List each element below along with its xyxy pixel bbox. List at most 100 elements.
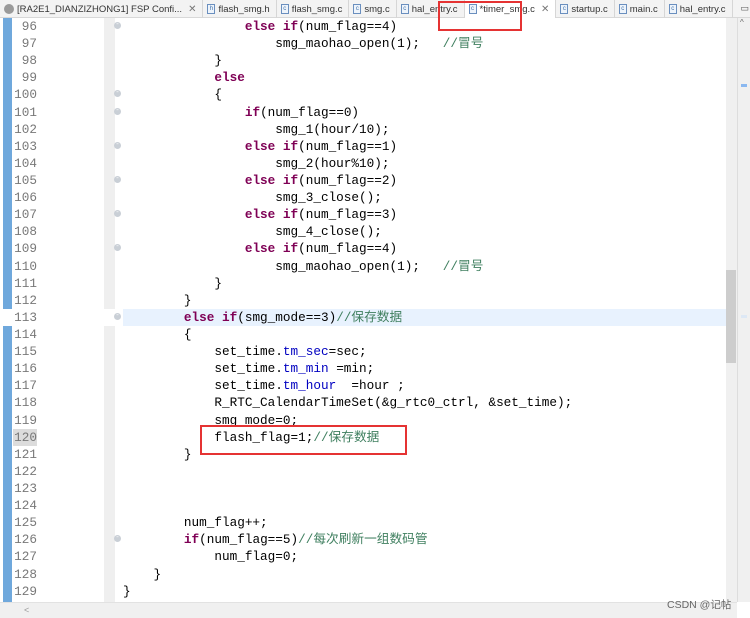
code-line[interactable]: 113 - else if(smg_mode==3)//保存数据 — [0, 308, 726, 327]
code-line[interactable]: 100 - { — [0, 86, 726, 103]
line-number: 124 — [14, 498, 37, 514]
code-line[interactable]: 124 — [0, 497, 726, 514]
c-file-icon: c — [353, 4, 362, 14]
line-number: 97 — [21, 36, 37, 52]
code-line[interactable]: 107 - else if(num_flag==3) — [0, 206, 726, 223]
code-line[interactable]: 112 } — [0, 292, 726, 309]
code-line[interactable]: 116 set_time.tm_min =min; — [0, 360, 726, 377]
fold-collapse-icon[interactable]: - — [114, 210, 121, 218]
fold-collapse-icon[interactable]: - — [114, 22, 121, 29]
tab-ra2e1-dianzizhong1-fsp-confi[interactable]: [RA2E1_DIANZIZHONG1] FSP Confi... ✕ — [0, 0, 204, 18]
overview-ruler[interactable]: ^ — [737, 18, 750, 602]
code-text: } — [123, 566, 161, 583]
code-text: smg_maohao_open(1); //冒号 — [123, 35, 483, 52]
window-controls: ▭▢ — [733, 0, 750, 17]
code-line[interactable]: 96 - else if(num_flag==4) — [0, 18, 726, 35]
code-line[interactable]: 103 - else if(num_flag==1) — [0, 138, 726, 155]
code-token: (num_flag==3) — [298, 207, 398, 223]
keyword-token: else if — [244, 207, 299, 223]
code-token: smg_4_close(); — [123, 224, 382, 240]
code-line[interactable]: 101 - if(num_flag==0) — [0, 104, 726, 121]
fold-collapse-icon[interactable]: - — [114, 141, 121, 149]
code-line[interactable]: 127 num_flag=0; — [0, 548, 726, 565]
code-text: else if(smg_mode==3)//保存数据 — [123, 309, 402, 326]
code-line[interactable]: 110 smg_maohao_open(1); //冒号 — [0, 258, 726, 275]
line-number: 118 — [14, 395, 37, 411]
code-line[interactable]: 129} — [0, 583, 726, 600]
fold-collapse-icon[interactable]: - — [114, 107, 121, 115]
tab-flash-smg-c[interactable]: c flash_smg.c — [277, 0, 350, 18]
close-icon[interactable]: ✕ — [541, 4, 549, 15]
gear-icon — [4, 4, 14, 14]
tab-main-c[interactable]: c main.c — [615, 0, 665, 18]
line-number: 117 — [14, 378, 37, 394]
code-line[interactable]: 122 — [0, 463, 726, 480]
code-token: { — [123, 326, 192, 342]
scroll-left-icon[interactable]: < — [24, 605, 29, 615]
code-text: smg_3_close(); — [123, 189, 382, 206]
code-line[interactable]: 118 R_RTC_CalendarTimeSet(&g_rtc0_ctrl, … — [0, 394, 726, 411]
code-line[interactable]: 128 } — [0, 566, 726, 583]
line-number: 116 — [14, 361, 37, 377]
line-number: 109 — [14, 241, 37, 257]
code-lines[interactable]: 96- else if(num_flag==4) 97 smg_maohao_op… — [0, 18, 726, 600]
code-line[interactable]: 108 smg_4_close(); — [0, 223, 726, 240]
horizontal-scrollbar[interactable]: < — [0, 602, 737, 618]
code-line[interactable]: 106 smg_3_close(); — [0, 189, 726, 206]
code-line[interactable]: 99 else — [0, 69, 726, 86]
code-text: set_time.tm_hour =hour ; — [123, 377, 404, 394]
line-number: 120 — [13, 428, 37, 446]
code-text: else if(num_flag==3) — [123, 206, 397, 223]
code-text: else — [123, 69, 244, 86]
code-line[interactable]: 115 set_time.tm_sec=sec; — [0, 343, 726, 360]
fold-collapse-icon[interactable]: - — [114, 535, 121, 543]
code-text: { — [123, 326, 192, 343]
code-line[interactable]: 102 smg_1(hour/10); — [0, 121, 726, 138]
code-line[interactable]: 97 smg_maohao_open(1); //冒号 — [0, 35, 726, 52]
tab-flash-smg-h[interactable]: h flash_smg.h — [203, 0, 277, 18]
code-line[interactable]: 125 num_flag++; — [0, 514, 726, 531]
tab-hal-entry-c[interactable]: c hal_entry.c — [665, 0, 733, 18]
code-line[interactable]: 105 - else if(num_flag==2) — [0, 172, 726, 189]
tab-smg-c[interactable]: c smg.c — [349, 0, 397, 18]
line-number: 105 — [14, 172, 37, 188]
close-icon[interactable]: ✕ — [188, 4, 196, 15]
code-line[interactable]: 111 } — [0, 275, 726, 292]
scrollbar-thumb[interactable] — [726, 270, 736, 363]
tab-label: hal_entry.c — [679, 3, 726, 15]
code-token: num_flag=0; — [123, 549, 299, 565]
overview-marker[interactable] — [741, 84, 747, 87]
fold-collapse-icon[interactable]: - — [114, 175, 121, 183]
vertical-scrollbar[interactable] — [726, 18, 737, 602]
scroll-up-icon[interactable]: ^ — [740, 18, 744, 27]
overview-marker[interactable] — [741, 315, 747, 318]
fold-collapse-icon[interactable]: - — [114, 90, 121, 98]
line-number: 108 — [14, 224, 37, 240]
code-token: { — [123, 87, 222, 103]
code-line[interactable]: 98 } — [0, 52, 726, 69]
code-editor[interactable]: 96- else if(num_flag==4) 97 smg_maohao_op… — [0, 18, 750, 602]
comment-token: //每次刷新一组数码管 — [298, 532, 428, 548]
code-line[interactable]: 109 - else if(num_flag==4) — [0, 240, 726, 257]
code-line[interactable]: 104 smg_2(hour%10); — [0, 155, 726, 172]
code-token: smg_maohao_open(1); — [123, 36, 443, 52]
fold-collapse-icon[interactable]: - — [114, 244, 121, 252]
code-token: smg_1(hour/10); — [123, 121, 390, 137]
line-number: 119 — [14, 412, 37, 428]
field-token: tm_hour — [282, 378, 337, 394]
minimize-icon[interactable]: ▭ — [741, 3, 750, 14]
line-number: 126 — [14, 532, 37, 548]
code-text: } — [123, 275, 222, 292]
code-line[interactable]: 123 — [0, 480, 726, 497]
code-line[interactable]: 114 { — [0, 326, 726, 343]
code-token: =min; — [328, 361, 375, 377]
code-line[interactable]: 117 set_time.tm_hour =hour ; — [0, 377, 726, 394]
fold-collapse-icon[interactable]: - — [114, 312, 121, 320]
code-line[interactable]: 126 - if(num_flag==5)//每次刷新一组数码管 — [0, 531, 726, 548]
tab-startup-c[interactable]: c startup.c — [556, 0, 615, 18]
code-token: } — [123, 566, 162, 582]
